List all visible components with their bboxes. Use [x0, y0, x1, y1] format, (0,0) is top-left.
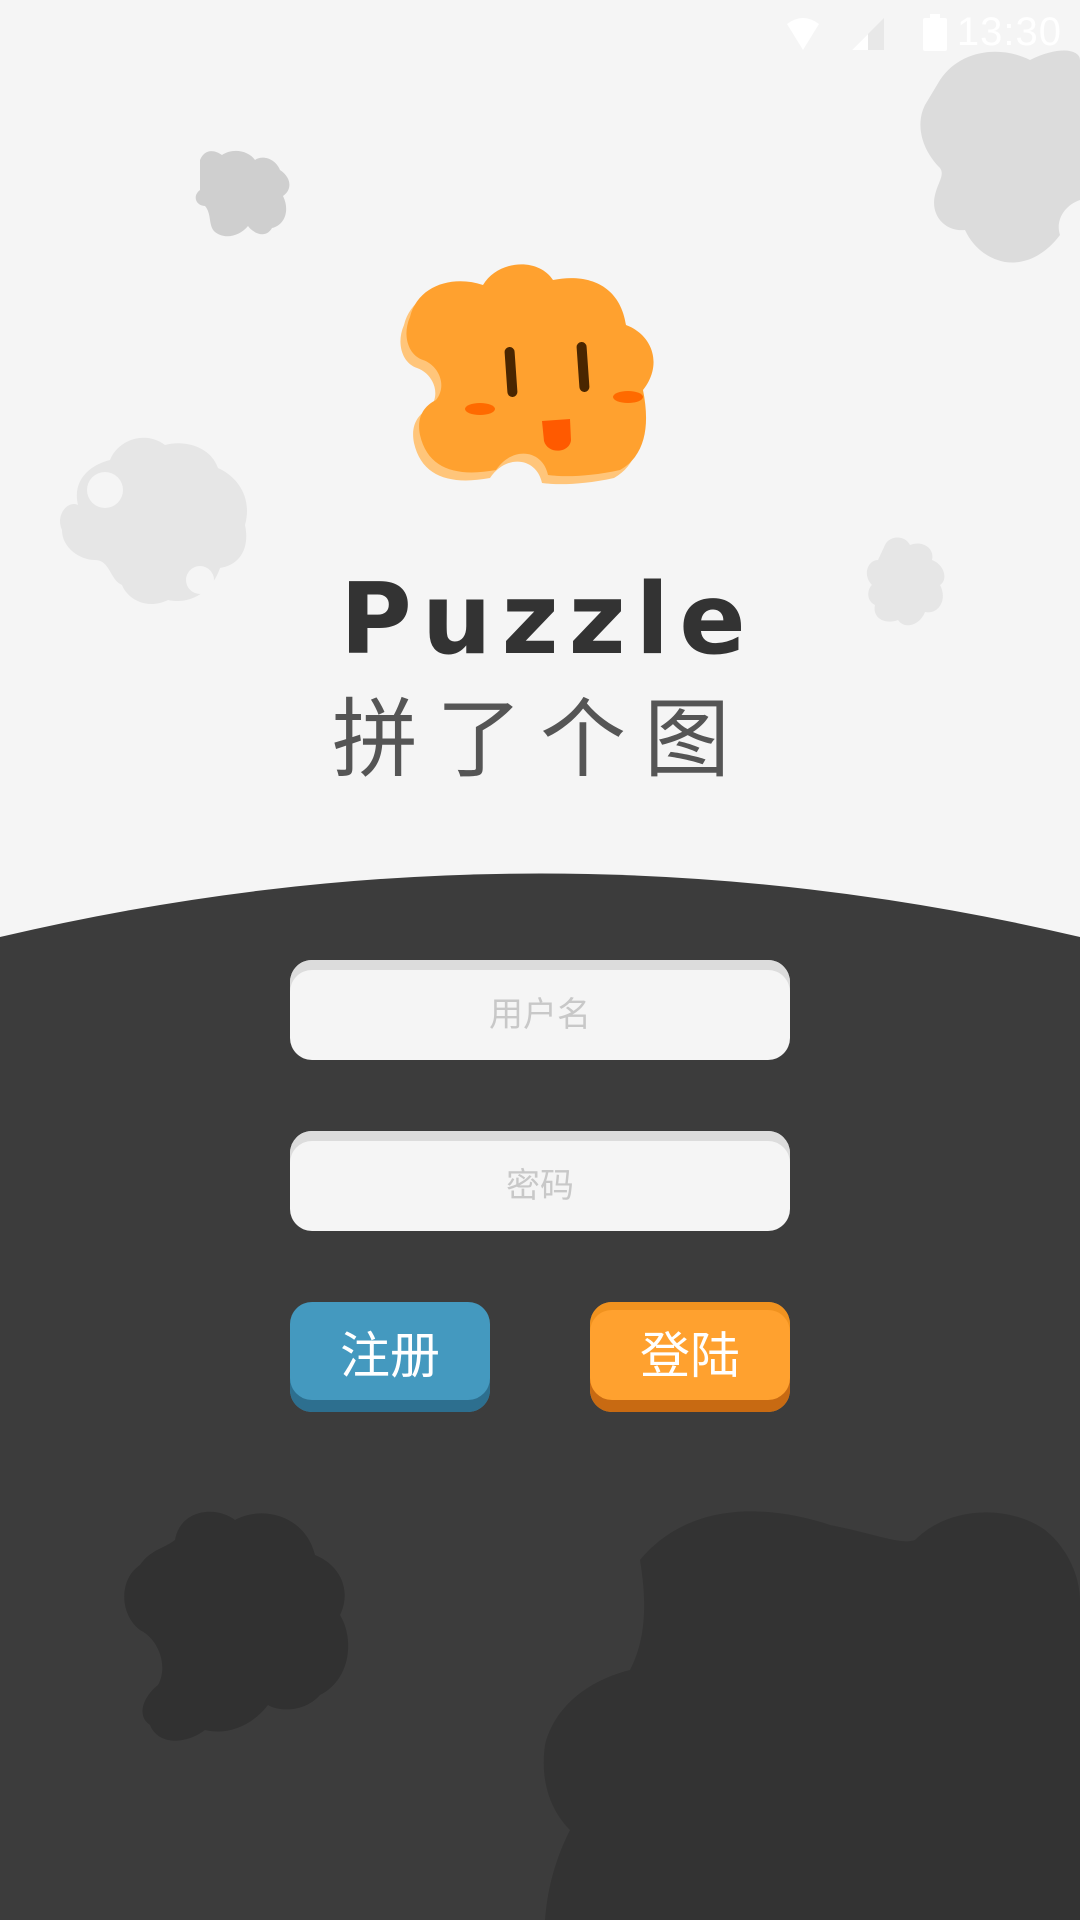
username-input[interactable]	[290, 960, 790, 1060]
puzzle-mascot-logo	[400, 264, 654, 485]
puzzle-blob-left-decoration	[60, 437, 247, 605]
status-time: 13:30	[956, 10, 1062, 54]
puzzle-blob-small-decoration	[195, 150, 290, 237]
login-button[interactable]: 登陆	[590, 1302, 790, 1412]
login-button-label: 登陆	[640, 1327, 740, 1385]
status-bar: 13:30	[0, 0, 1080, 72]
wifi-icon	[787, 18, 819, 50]
register-button-label: 注册	[340, 1327, 440, 1385]
register-button[interactable]: 注册	[290, 1302, 490, 1412]
mascot-left-cheek	[465, 403, 495, 415]
app-title: Puzzle	[340, 563, 756, 677]
app-subtitle: 拼了个图	[332, 690, 748, 790]
signal-icon	[852, 18, 884, 50]
mascot-body	[406, 264, 654, 477]
login-screen: 13:30 Puzzle 拼了个图 注册 登陆	[0, 0, 1080, 1920]
password-input[interactable]	[290, 1131, 790, 1231]
battery-icon	[923, 14, 947, 51]
mascot-right-cheek	[613, 391, 643, 403]
puzzle-blob-right-decoration	[866, 537, 945, 626]
puzzle-blob-top-right-decoration	[920, 50, 1080, 263]
